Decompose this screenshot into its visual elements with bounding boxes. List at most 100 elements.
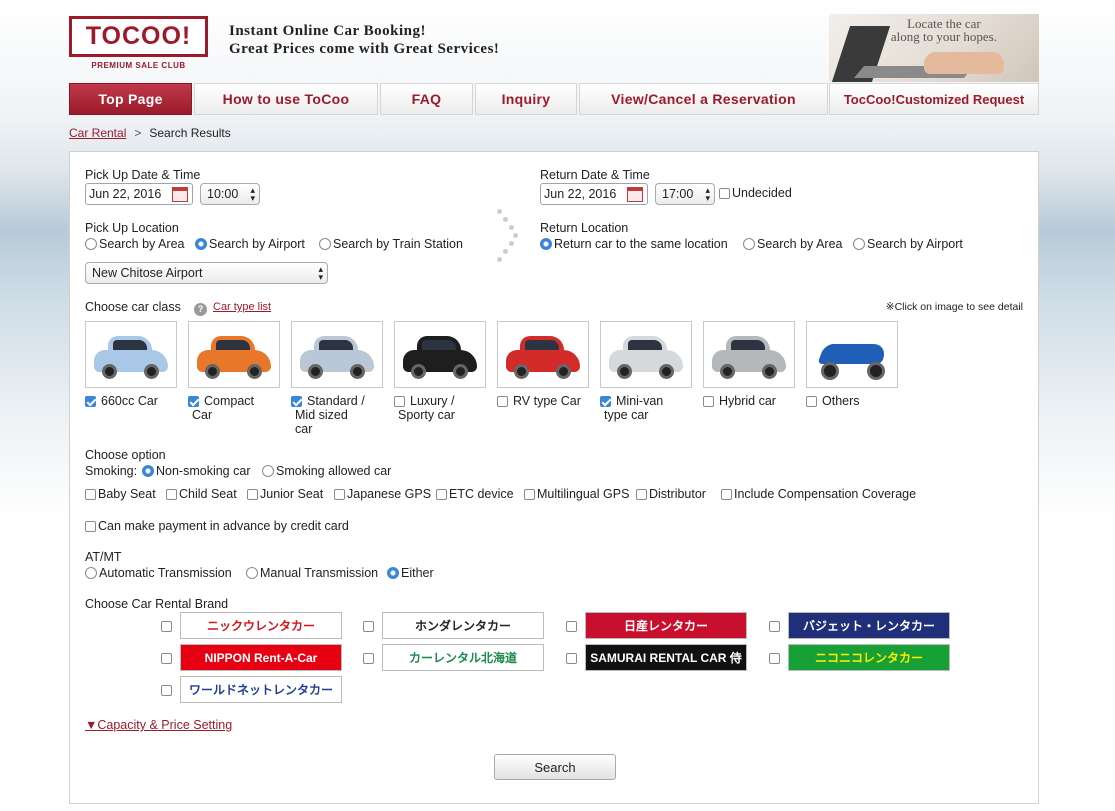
return-date-input[interactable]: Jun 22, 2016 xyxy=(540,183,648,205)
either-transmission-option[interactable]: Either xyxy=(387,566,434,580)
car-class-checkbox[interactable] xyxy=(497,396,508,407)
car-class-checkbox[interactable] xyxy=(703,396,714,407)
car-class-image-4[interactable] xyxy=(497,321,589,388)
brand-logo-1[interactable]: ホンダレンタカー xyxy=(382,612,544,639)
checkbox[interactable] xyxy=(524,489,535,500)
return-time-select[interactable]: 17:00 ▴ ▾ xyxy=(655,183,715,205)
car-class-option-5[interactable]: Mini-van type car xyxy=(600,394,663,422)
capacity-price-setting-link[interactable]: ▼Capacity & Price Setting xyxy=(85,718,232,732)
car-class-image-1[interactable] xyxy=(188,321,280,388)
brand-checkbox-7[interactable] xyxy=(769,653,780,664)
brand-logo-3[interactable]: バジェット・レンタカー xyxy=(788,612,950,639)
brand-logo-7[interactable]: ニコニコレンタカー xyxy=(788,644,950,671)
car-class-image-3[interactable] xyxy=(394,321,486,388)
radio-button-selected[interactable] xyxy=(387,567,399,579)
brand-logo-4[interactable]: NIPPON Rent-A-Car xyxy=(180,644,342,671)
search-button[interactable]: Search xyxy=(494,754,616,780)
calendar-icon[interactable] xyxy=(172,186,188,202)
car-class-option-6[interactable]: Hybrid car xyxy=(703,394,776,408)
extra-compensation-coverage[interactable]: Include Compensation Coverage xyxy=(721,487,916,501)
brand-checkbox-5[interactable] xyxy=(363,653,374,664)
pickup-date-input[interactable]: Jun 22, 2016 xyxy=(85,183,193,205)
nav-how-to-use[interactable]: How to use ToCoo xyxy=(194,83,378,115)
radio-button[interactable] xyxy=(262,465,274,477)
calendar-icon[interactable] xyxy=(627,186,643,202)
radio-button[interactable] xyxy=(743,238,755,250)
checkbox[interactable] xyxy=(85,489,96,500)
brand-checkbox-1[interactable] xyxy=(363,621,374,632)
checkbox[interactable] xyxy=(436,489,447,500)
extra-multilingual-gps[interactable]: Multilingual GPS xyxy=(524,487,629,501)
brand-checkbox-4[interactable] xyxy=(161,653,172,664)
car-class-image-2[interactable] xyxy=(291,321,383,388)
checkbox[interactable] xyxy=(636,489,647,500)
extra-junior-seat[interactable]: Junior Seat xyxy=(247,487,323,501)
nav-view-cancel[interactable]: View/Cancel a Reservation xyxy=(579,83,828,115)
car-class-image-5[interactable] xyxy=(600,321,692,388)
car-class-checkbox[interactable] xyxy=(85,396,96,407)
pickup-airport-select[interactable]: New Chitose Airport ▴ ▾ xyxy=(85,262,328,284)
car-class-checkbox[interactable] xyxy=(188,396,199,407)
pickup-time-select[interactable]: 10:00 ▴ ▾ xyxy=(200,183,260,205)
radio-button-selected[interactable] xyxy=(540,238,552,250)
smoking-allowed-option[interactable]: Smoking allowed car xyxy=(262,464,391,478)
manual-transmission-option[interactable]: Manual Transmission xyxy=(246,566,378,580)
car-class-image-7[interactable] xyxy=(806,321,898,388)
advance-payment-option[interactable]: Can make payment in advance by credit ca… xyxy=(85,519,349,533)
radio-button[interactable] xyxy=(85,238,97,250)
tocoo-logo[interactable]: TOCOO! xyxy=(69,16,208,57)
extra-child-seat[interactable]: Child Seat xyxy=(166,487,237,501)
car-class-checkbox[interactable] xyxy=(291,396,302,407)
return-search-by-airport[interactable]: Search by Airport xyxy=(853,237,963,251)
car-class-option-4[interactable]: RV type Car xyxy=(497,394,581,408)
radio-button-selected[interactable] xyxy=(195,238,207,250)
undecided-checkbox[interactable] xyxy=(719,188,730,199)
brand-logo-5[interactable]: カーレンタル北海道 xyxy=(382,644,544,671)
brand-logo-8[interactable]: ワールドネットレンタカー xyxy=(180,676,342,703)
brand-checkbox-6[interactable] xyxy=(566,653,577,664)
car-type-list-link[interactable]: Car type list xyxy=(213,301,271,313)
nav-faq[interactable]: FAQ xyxy=(380,83,473,115)
automatic-transmission-option[interactable]: Automatic Transmission xyxy=(85,566,232,580)
extra-baby-seat[interactable]: Baby Seat xyxy=(85,487,156,501)
breadcrumb-car-rental-link[interactable]: Car Rental xyxy=(69,126,126,140)
pickup-search-by-airport[interactable]: Search by Airport xyxy=(195,237,305,251)
extra-etc-device[interactable]: ETC device xyxy=(436,487,514,501)
locate-car-banner[interactable]: Locate the car along to your hopes. xyxy=(829,14,1039,82)
checkbox[interactable] xyxy=(721,489,732,500)
brand-checkbox-0[interactable] xyxy=(161,621,172,632)
nav-inquiry[interactable]: Inquiry xyxy=(475,83,577,115)
car-class-option-1[interactable]: Compact Car xyxy=(188,394,254,422)
extra-japanese-gps[interactable]: Japanese GPS xyxy=(334,487,431,501)
checkbox[interactable] xyxy=(166,489,177,500)
radio-button[interactable] xyxy=(319,238,331,250)
car-class-option-0[interactable]: 660cc Car xyxy=(85,394,158,408)
checkbox[interactable] xyxy=(85,521,96,532)
brand-logo-6[interactable]: SAMURAI RENTAL CAR 侍 xyxy=(585,644,747,671)
car-class-option-7[interactable]: Others xyxy=(806,394,860,408)
return-same-location[interactable]: Return car to the same location xyxy=(540,237,728,251)
radio-button-selected[interactable] xyxy=(142,465,154,477)
brand-checkbox-3[interactable] xyxy=(769,621,780,632)
undecided-option[interactable]: Undecided xyxy=(719,186,792,200)
brand-logo-0[interactable]: ニックウレンタカー xyxy=(180,612,342,639)
checkbox[interactable] xyxy=(247,489,258,500)
nav-top-page[interactable]: Top Page xyxy=(69,83,192,115)
radio-button[interactable] xyxy=(246,567,258,579)
radio-button[interactable] xyxy=(85,567,97,579)
brand-logo-2[interactable]: 日産レンタカー xyxy=(585,612,747,639)
pickup-search-by-train-station[interactable]: Search by Train Station xyxy=(319,237,463,251)
non-smoking-option[interactable]: Non-smoking car xyxy=(142,464,250,478)
brand-checkbox-8[interactable] xyxy=(161,685,172,696)
nav-customized-request[interactable]: TocCoo!Customized Request xyxy=(829,83,1039,115)
radio-button[interactable] xyxy=(853,238,865,250)
question-icon[interactable]: ? xyxy=(194,300,207,316)
checkbox[interactable] xyxy=(334,489,345,500)
extra-distributor[interactable]: Distributor xyxy=(636,487,706,501)
brand-checkbox-2[interactable] xyxy=(566,621,577,632)
car-class-image-6[interactable] xyxy=(703,321,795,388)
return-search-by-area[interactable]: Search by Area xyxy=(743,237,842,251)
car-class-option-3[interactable]: Luxury / Sporty car xyxy=(394,394,455,422)
car-class-checkbox[interactable] xyxy=(600,396,611,407)
car-class-image-0[interactable] xyxy=(85,321,177,388)
